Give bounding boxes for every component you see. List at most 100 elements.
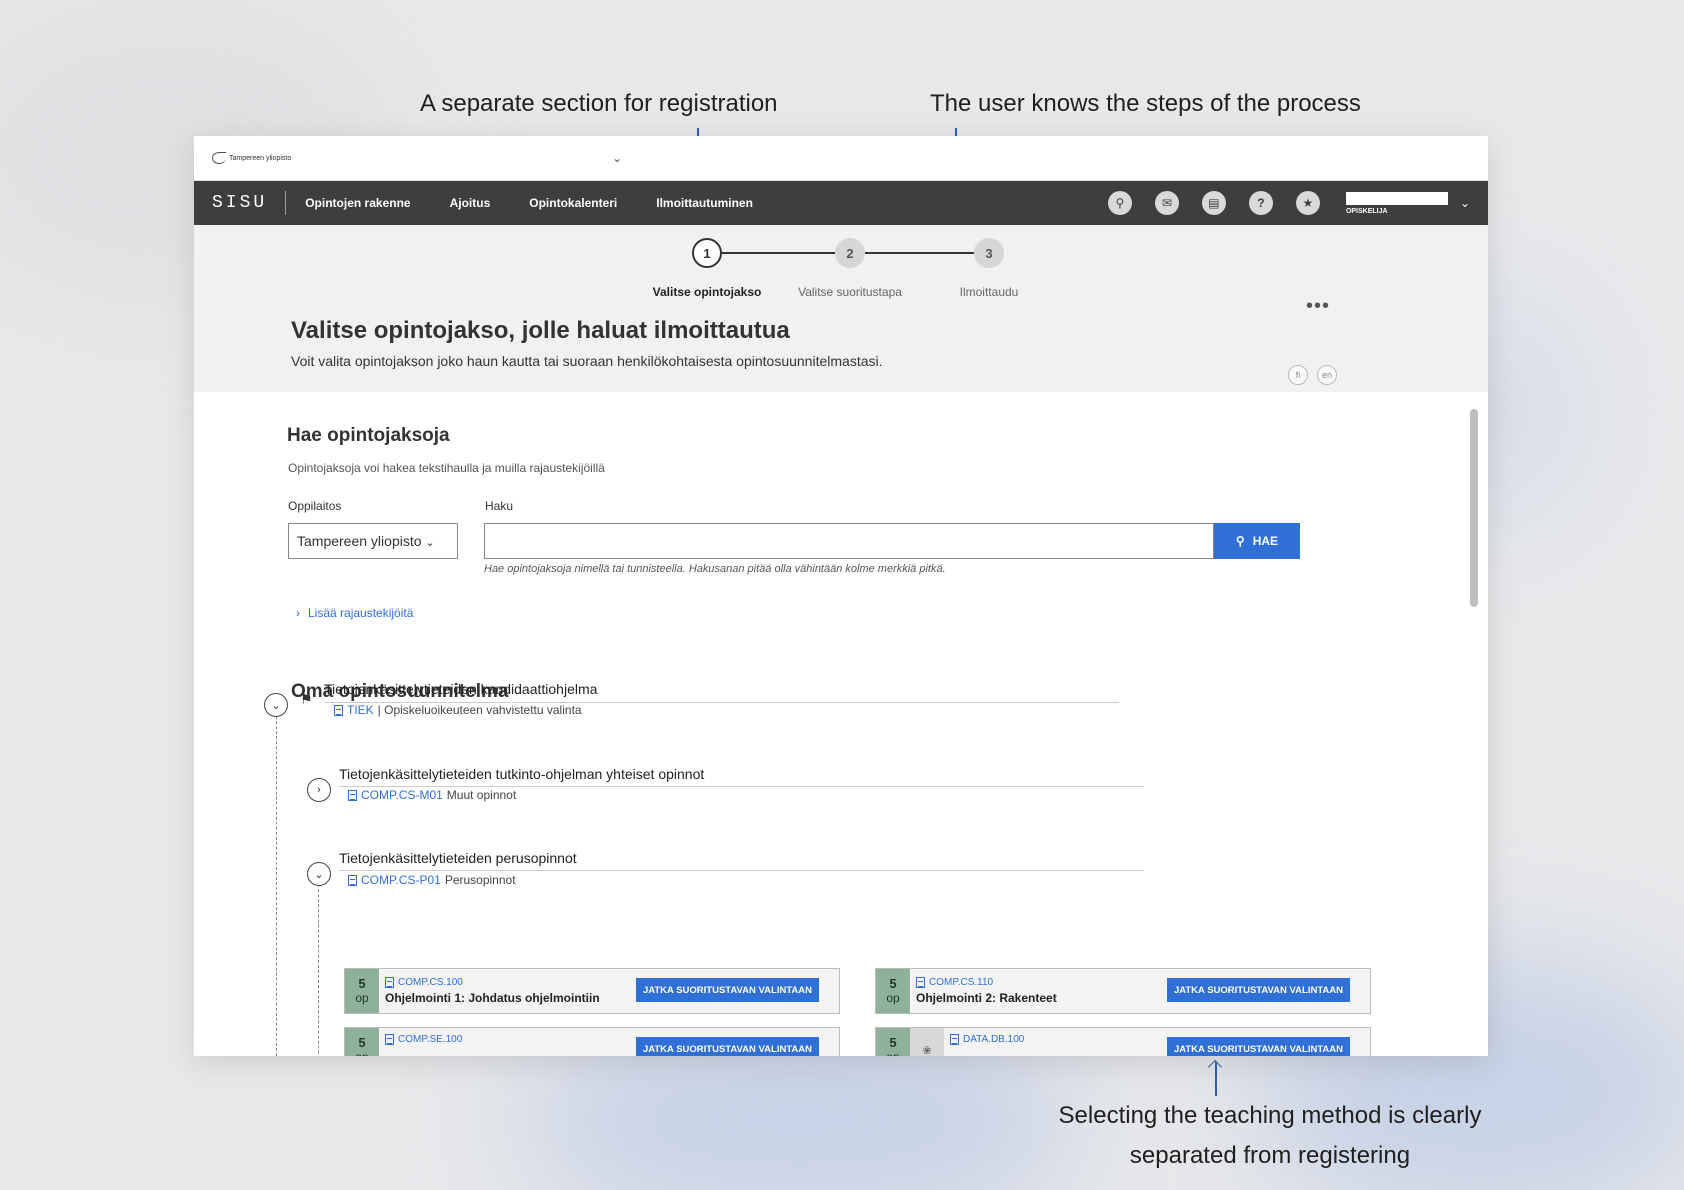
chevron-down-icon[interactable]: ⌄ [612, 151, 622, 165]
plan-node-title: Tietojenkäsittelytieteiden perusopinnot [339, 850, 577, 866]
course-code-text: COMP.CS.100 [398, 977, 463, 988]
nav-icons: ⚲ ✉ ▤ ? ★ [1107, 191, 1320, 215]
step-3-label: Ilmoittaudu [959, 285, 1019, 299]
search-hint: Hae opintojaksoja nimellä tai tunnisteel… [484, 563, 946, 575]
institution-select[interactable]: Tampereen yliopisto ⌄ [288, 523, 458, 559]
brand-logo[interactable]: SISU [194, 191, 287, 215]
node-divider [339, 786, 1144, 787]
node-divider [339, 870, 1144, 871]
course-code[interactable]: COMP.CS.110 [916, 977, 1057, 988]
star-icon[interactable]: ★ [1295, 191, 1320, 215]
course-code[interactable]: COMP.SE.100 [385, 1034, 462, 1045]
credits-value: 5 [358, 976, 366, 991]
course-name: Ohjelmointi 2: Rakenteet [916, 991, 1057, 1005]
credits-unit: op [886, 1050, 899, 1056]
step-1-indicator: 1 [692, 238, 722, 268]
university-bar: Tampereen yliopisto ⌄ [194, 136, 1488, 181]
node-code-link[interactable]: COMP.CS-P01 [361, 873, 441, 887]
annotation-registration: A separate section for registration [420, 90, 778, 117]
continue-method-button[interactable]: JATKA SUORITUSTAVAN VALINTAAN [635, 978, 819, 1002]
page-subtitle: Voit valita opintojakson joko haun kautt… [291, 353, 883, 369]
continue-method-button[interactable]: JATKA SUORITUSTAVAN VALINTAAN [1166, 978, 1350, 1002]
expand-toggle[interactable]: › [307, 778, 331, 802]
annotation-teaching-method: Selecting the teaching method is clearly… [1040, 1096, 1500, 1176]
institution-value: Tampereen yliopisto [297, 533, 422, 549]
nav-item-calendar[interactable]: Opintokalenteri [529, 196, 617, 210]
node-code-link[interactable]: COMP.CS-M01 [361, 788, 443, 802]
chevron-down-icon[interactable]: ⌄ [1460, 196, 1470, 210]
credits-badge: 5 op [876, 1028, 910, 1056]
laurel-icon: ❀ [910, 1028, 944, 1056]
more-filters-label: Lisää rajaustekijöitä [308, 606, 414, 620]
step-1-label: Valitse opintojakso [652, 285, 762, 299]
collapse-toggle[interactable]: ⌄ [264, 693, 288, 717]
more-filters-link[interactable]: › Lisää rajaustekijöitä [296, 606, 413, 620]
more-options-icon[interactable]: ••• [1306, 295, 1330, 318]
course-info: COMP.CS.110 Ohjelmointi 2: Rakenteet [910, 969, 1063, 1013]
course-card: 5 op ❀ DATA.DB.100 JATKA SUORITUSTAVAN V… [875, 1027, 1371, 1056]
document-icon [348, 789, 357, 801]
continue-method-button[interactable]: JATKA SUORITUSTAVAN VALINTAAN [1166, 1037, 1350, 1056]
page-title: Valitse opintojakso, jolle haluat ilmoit… [291, 317, 790, 344]
node-code-link[interactable]: TIEK [347, 703, 374, 717]
step-2-indicator: 2 [835, 238, 865, 268]
course-name: Ohjelmointi 1: Johdatus ohjelmointiin [385, 991, 600, 1005]
course-code[interactable]: COMP.CS.100 [385, 977, 600, 988]
course-card: 5 op COMP.CS.100 Ohjelmointi 1: Johdatus… [344, 968, 840, 1014]
nav-item-timing[interactable]: Ajoitus [450, 196, 491, 210]
tree-line [318, 874, 319, 1056]
chevron-right-icon: › [296, 606, 300, 620]
document-icon [385, 1034, 394, 1045]
annotation-line: Selecting the teaching method is clearly [1058, 1102, 1482, 1129]
document-icon [950, 1034, 959, 1045]
chevron-down-icon: ⌄ [425, 537, 435, 549]
collapse-toggle[interactable]: ⌄ [307, 862, 331, 886]
search-icon[interactable]: ⚲ [1107, 191, 1132, 215]
nav-item-structure[interactable]: Opintojen rakenne [305, 196, 410, 210]
course-info: COMP.CS.100 Ohjelmointi 1: Johdatus ohje… [379, 969, 606, 1013]
search-subtitle: Opintojaksoja voi hakea tekstihaulla ja … [288, 461, 605, 475]
course-code-text: COMP.SE.100 [398, 1034, 463, 1045]
course-info: COMP.SE.100 [379, 1028, 468, 1056]
institution-label: Oppilaitos [288, 499, 342, 513]
credits-value: 5 [358, 1035, 366, 1050]
stepper-line [865, 252, 974, 254]
annotation-steps: The user knows the steps of the process [930, 90, 1361, 117]
plan-node-code: COMP.CS-M01 Muut opinnot [348, 788, 516, 802]
credits-value: 5 [889, 976, 897, 991]
plan-node-title: Tietojenkäsittelytieteiden kandidaattioh… [324, 681, 598, 697]
language-en[interactable]: en [1317, 365, 1337, 385]
nav-item-registration[interactable]: Ilmoittautuminen [656, 196, 753, 210]
continue-method-button[interactable]: JATKA SUORITUSTAVAN VALINTAAN [635, 1037, 819, 1056]
query-label: Haku [485, 499, 514, 513]
annotation-line: separated from registering [1129, 1142, 1411, 1169]
notes-icon[interactable]: ▤ [1201, 191, 1226, 215]
node-description: | Opiskeluoikeuteen vahvistettu valinta [377, 703, 582, 717]
stepper-header: 1 2 3 Valitse opintojakso Valitse suorit… [194, 225, 1488, 392]
plan-node-code: COMP.CS-P01 Perusopinnot [348, 873, 516, 887]
university-logo[interactable]: Tampereen yliopisto [212, 152, 412, 164]
document-icon [348, 874, 357, 886]
annotation-arrowhead [1207, 1059, 1223, 1075]
node-description: Muut opinnot [446, 788, 517, 802]
scrollbar[interactable] [1470, 409, 1478, 607]
document-icon [385, 977, 394, 988]
language-fi[interactable]: fi [1288, 365, 1308, 385]
credits-value: 5 [889, 1035, 897, 1050]
app-window: Tampereen yliopisto ⌄ SISU Opintojen rak… [194, 136, 1488, 1056]
user-name [1345, 191, 1448, 205]
search-button[interactable]: ⚲ HAE [1214, 523, 1300, 559]
course-code[interactable]: DATA.DB.100 [950, 1034, 1024, 1045]
search-input[interactable] [484, 523, 1214, 559]
step-2-label: Valitse suoritustapa [798, 285, 902, 299]
search-icon: ⚲ [1235, 534, 1245, 548]
programme-icon: ⚑ [300, 691, 313, 707]
user-menu[interactable]: OPISKELIJA [1345, 191, 1448, 215]
credits-unit: op [355, 1050, 368, 1056]
course-info: DATA.DB.100 [944, 1028, 1030, 1056]
help-icon[interactable]: ? [1248, 191, 1273, 215]
document-icon [916, 977, 925, 988]
messages-icon[interactable]: ✉ [1154, 191, 1179, 215]
credits-badge: 5 op [876, 969, 910, 1013]
course-card: 5 op COMP.CS.110 Ohjelmointi 2: Rakentee… [875, 968, 1371, 1014]
